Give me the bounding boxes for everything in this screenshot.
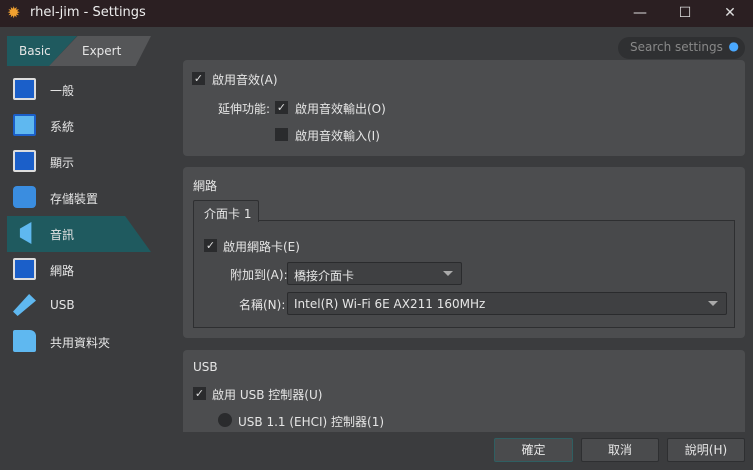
display-icon	[13, 150, 36, 172]
mode-tabs: Expert Basic	[7, 36, 151, 66]
enable-audio-label: 啟用音效(A)	[212, 73, 278, 87]
usb-title: USB	[193, 360, 218, 374]
help-button[interactable]: 說明(H)	[667, 438, 745, 462]
search-input[interactable]: Search settings ●	[618, 37, 745, 59]
sidebar-item-network[interactable]: 網路	[7, 252, 151, 288]
usb-panel: USB ✓ 啟用 USB 控制器(U) USB 1.1 (EHCI) 控制器(1…	[183, 350, 745, 432]
network-icon	[13, 258, 36, 280]
adapter-tab-pane: ✓ 啟用網路卡(E) 附加到(A): 橋接介面卡 名稱(N): Intel(R)…	[193, 220, 735, 328]
monitor-icon	[13, 78, 36, 100]
folder-icon	[13, 330, 36, 352]
sidebar-item-label: 系統	[50, 120, 75, 134]
enable-usb-checkbox[interactable]: ✓	[193, 387, 206, 400]
chevron-down-icon	[708, 301, 718, 306]
adapter-name-select[interactable]: Intel(R) Wi-Fi 6E AX211 160MHz	[287, 292, 727, 315]
network-panel: 網路 ✓ 啟用網路卡(E) 附加到(A): 橋接介面卡 名稱(N): Intel…	[183, 167, 745, 338]
usb11-label: USB 1.1 (EHCI) 控制器(1)	[238, 415, 385, 429]
enable-adapter-checkbox[interactable]: ✓	[204, 239, 217, 252]
gear-icon: ✹	[7, 3, 21, 22]
window-title: rhel-jim - Settings	[30, 5, 146, 20]
chip-icon	[13, 114, 36, 136]
tab-adapter-1-label: 介面卡 1	[204, 207, 252, 221]
attach-to-value: 橋接介面卡	[294, 269, 355, 283]
sidebar-item-label: USB	[50, 298, 75, 312]
enable-audio-checkbox[interactable]: ✓	[192, 72, 205, 85]
speaker-icon	[19, 222, 32, 244]
close-button[interactable]: ✕	[715, 3, 745, 23]
ok-button[interactable]: 確定	[494, 438, 573, 462]
adapter-name-value: Intel(R) Wi-Fi 6E AX211 160MHz	[294, 297, 486, 311]
title-bar: ✹ rhel-jim - Settings — ☐ ✕	[0, 0, 753, 27]
sidebar-item-usb[interactable]: USB	[7, 288, 151, 324]
sidebar-item-shared-folders[interactable]: 共用資料夾	[7, 324, 151, 360]
enable-usb-label: 啟用 USB 控制器(U)	[212, 388, 323, 402]
usb-icon	[13, 294, 36, 316]
sidebar-item-display[interactable]: 顯示	[7, 144, 151, 180]
attach-to-label: 附加到(A):	[230, 268, 288, 282]
enable-input-label: 啟用音效輸入(I)	[295, 129, 380, 143]
extended-features-label: 延伸功能:	[218, 102, 271, 116]
name-label: 名稱(N):	[239, 298, 286, 312]
sidebar-item-general[interactable]: 一般	[7, 72, 151, 108]
cancel-button[interactable]: 取消	[581, 438, 659, 462]
audio-panel: ✓ 啟用音效(A) 延伸功能: ✓ 啟用音效輸出(O) 啟用音效輸入(I)	[183, 60, 745, 156]
sidebar-item-system[interactable]: 系統	[7, 108, 151, 144]
search-placeholder: Search settings	[630, 40, 723, 54]
sidebar-item-audio[interactable]: 音訊	[7, 216, 151, 252]
attach-to-select[interactable]: 橋接介面卡	[287, 262, 462, 285]
enable-adapter-label: 啟用網路卡(E)	[223, 240, 300, 254]
usb11-radio[interactable]	[218, 413, 232, 427]
maximize-button[interactable]: ☐	[670, 3, 700, 23]
sidebar-item-label: 共用資料夾	[50, 336, 111, 350]
chevron-down-icon	[443, 271, 453, 276]
enable-output-label: 啟用音效輸出(O)	[295, 102, 386, 116]
sidebar-item-label: 存儲裝置	[50, 192, 99, 206]
enable-input-checkbox[interactable]	[275, 128, 288, 141]
tab-adapter-1[interactable]: 介面卡 1	[193, 200, 259, 222]
minimize-button[interactable]: —	[625, 3, 655, 23]
sidebar-item-label: 顯示	[50, 156, 75, 170]
disk-icon	[13, 186, 36, 208]
sidebar-item-label: 音訊	[50, 228, 75, 242]
network-title: 網路	[193, 179, 218, 193]
sidebar-item-label: 一般	[50, 84, 75, 98]
search-icon: ●	[728, 39, 739, 53]
enable-output-checkbox[interactable]: ✓	[275, 101, 288, 114]
sidebar-item-storage[interactable]: 存儲裝置	[7, 180, 151, 216]
sidebar-item-label: 網路	[50, 264, 75, 278]
